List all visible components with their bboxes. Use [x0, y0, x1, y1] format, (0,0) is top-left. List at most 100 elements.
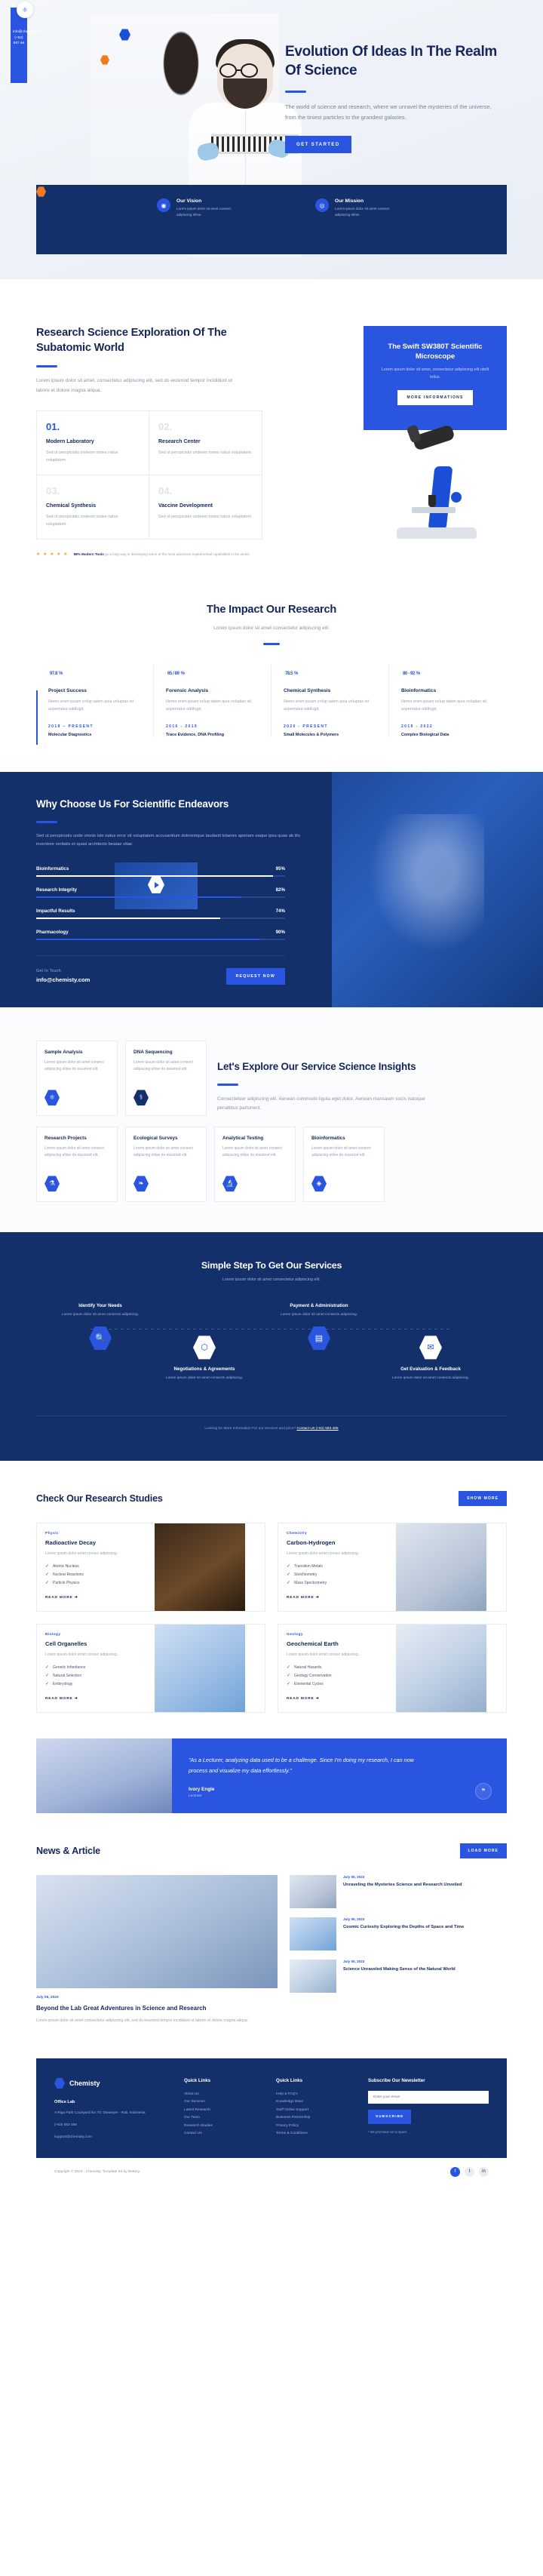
footer-link[interactable]: Terms & Conditions — [276, 2130, 351, 2138]
news-list-item[interactable]: July 05, 2023 Cosmic Curiosity Exploring… — [290, 1917, 507, 1951]
news-excerpt: Lorem ipsum dolor sit amet consectetur a… — [36, 2018, 249, 2023]
read-more-link[interactable]: READ MORE ➜ — [287, 1697, 319, 1701]
twitter-icon[interactable]: t — [465, 2166, 474, 2177]
tick-item: ✓ Natural Selection — [45, 1673, 146, 1679]
linkedin-icon[interactable]: in — [479, 2166, 489, 2177]
study-card[interactable]: Biology Cell Organelles Lorem ipsum dolo… — [36, 1624, 265, 1714]
vision-card[interactable]: ◉ Our Vision Lorem ipsum dolor sit amet … — [157, 198, 247, 218]
newsletter-email-input[interactable] — [368, 2090, 489, 2104]
footer-link[interactable]: Our Team — [184, 2114, 259, 2123]
services-desc: Consectetuer adipiscing elit. Aenean com… — [217, 1096, 425, 1111]
service-title: DNA Sequencing — [133, 1049, 173, 1055]
tick-item: ✓ Geology Conservation — [287, 1673, 388, 1679]
tick-label: Natural Hazards — [294, 1665, 322, 1670]
news-thumb — [290, 1917, 336, 1951]
service-title: Research Projects — [44, 1135, 87, 1141]
glasses-left-icon — [219, 63, 237, 78]
office-email[interactable]: support@chemisty.com — [54, 2134, 167, 2141]
footer-logo[interactable]: Chemisty — [54, 2077, 167, 2089]
hero-copy: Evolution Of Ideas In The Realm Of Scien… — [285, 42, 511, 154]
studies-cards: Physic Radioactive Decay Lorem ipsum dol… — [36, 1523, 507, 1714]
feature-item[interactable]: 02. Research Center Sed ut perspiciatis … — [149, 411, 262, 476]
contact-email[interactable]: info@chemisty.com — [36, 976, 90, 983]
office-title: Office Lab — [54, 2099, 75, 2104]
footer-link[interactable]: Contact Us — [184, 2130, 259, 2138]
about-title: Research Science Exploration Of The Suba… — [36, 327, 227, 354]
footer-link[interactable]: Latest Research — [184, 2107, 259, 2115]
study-card[interactable]: Geology Geochemical Earth Lorem ipsum do… — [278, 1624, 507, 1714]
feature-item[interactable]: 03. Chemical Synthesis Sed ut perspiciat… — [37, 475, 149, 539]
study-title: Radioactive Decay — [45, 1539, 97, 1547]
leaf-icon: ❧ — [133, 1176, 149, 1192]
service-card[interactable]: Ecological Surveys Lorem ipsum dolor sit… — [125, 1126, 207, 1202]
stat-value: 80 - 92% — [401, 665, 495, 678]
mission-card[interactable]: ◎ Our Mission Lorem ipsum dolor sit amet… — [315, 198, 406, 218]
tick-label: Atomic Nucleus — [53, 1563, 79, 1569]
step-item[interactable]: Identify Your Needs Lorem ipsum dolor si… — [44, 1303, 157, 1357]
step-item[interactable]: ✉ Get Evaluation & Feedback Lorem ipsum … — [374, 1335, 487, 1382]
study-title: Geochemical Earth — [287, 1640, 339, 1648]
facebook-icon[interactable]: f — [450, 2166, 460, 2177]
study-category: Biology — [45, 1633, 61, 1637]
rail-phone[interactable]: (+62) 587 66 — [13, 35, 25, 46]
read-more-link[interactable]: READ MORE ➜ — [45, 1596, 78, 1600]
feature-item[interactable]: 04. Vaccine Development Sed ut perspicia… — [149, 475, 262, 539]
request-now-button[interactable]: REQUEST NOW — [225, 967, 285, 985]
footer-link[interactable]: Staff Online Support — [276, 2107, 351, 2115]
footer-link[interactable]: Knowledge Base — [276, 2098, 351, 2107]
stat-number: 97.8 — [50, 672, 58, 677]
footer-link[interactable]: Help & FAQ's — [276, 2091, 351, 2099]
newsletter-title: Subscribe Our Newsletter — [368, 2077, 425, 2083]
news-thumb — [290, 1960, 336, 1993]
rail-email[interactable]: info@chemisty.com — [13, 29, 44, 35]
stat-label: Chemical Synthesis — [284, 688, 331, 694]
service-card[interactable]: Sample Analysis Lorem ipsum dolor sit am… — [36, 1040, 118, 1116]
newsletter-note: * We promised not to spam! — [368, 2129, 407, 2134]
load-more-button[interactable]: LOAD MORE — [459, 1843, 507, 1859]
feature-item[interactable]: 01. Modern Laboratory Sed ut perspiciati… — [37, 411, 149, 476]
footer-link[interactable]: Our Services — [184, 2098, 259, 2107]
footer-link[interactable]: Privacy Policy — [276, 2123, 351, 2131]
stat-unit: % — [416, 672, 420, 677]
impact-stats: 97.8% Project Success Nemo enim ipsam vo… — [36, 665, 507, 745]
feature-desc: Sed ut perspiciatis undeom nistes natus … — [158, 450, 253, 456]
study-card[interactable]: Chemistry Carbon-Hydrogen Lorem ipsum do… — [278, 1523, 507, 1612]
service-card[interactable]: Bioinformatics Lorem ipsum dolor sit ame… — [303, 1126, 385, 1202]
hero-title: Evolution Of Ideas In The Realm Of Scien… — [285, 44, 498, 79]
skill-pct: 74% — [275, 908, 285, 914]
footer-link[interactable]: Research Studies — [184, 2123, 259, 2131]
news-date: July 05, 2023 — [343, 1917, 365, 1922]
service-card[interactable]: DNA Sequencing Lorem ipsum dolor sit ame… — [125, 1040, 207, 1116]
read-more-link[interactable]: READ MORE ➜ — [45, 1697, 78, 1701]
stat-number: 80 - 92 — [403, 672, 415, 677]
stat-desc: Nemo enim ipsam volup tatem quia volupta… — [284, 699, 369, 712]
footer-link[interactable]: Business Partnership — [276, 2114, 351, 2123]
tick-item: ✓ Elemental Cycles — [287, 1681, 388, 1687]
footer-link[interactable]: About Us — [184, 2091, 259, 2099]
more-informations-button[interactable]: MORE INFORMATIONS — [397, 390, 473, 406]
service-card[interactable]: Analytical Testing Lorem ipsum dolor sit… — [214, 1126, 296, 1202]
contact-link[interactable]: Contact Us (+62) 583 466 — [297, 1427, 339, 1431]
read-more-link[interactable]: READ MORE ➜ — [287, 1596, 319, 1600]
news-featured[interactable]: July 05, 2023 Beyond the Lab Great Adven… — [36, 1875, 278, 2024]
promo-card[interactable]: The Swift SW380T Scientific Microscope L… — [364, 326, 507, 552]
study-card[interactable]: Physic Radioactive Decay Lorem ipsum dol… — [36, 1523, 265, 1612]
news-list-item[interactable]: July 05, 2023 Unraveling the Mysteries S… — [290, 1875, 507, 1909]
news-headline: Cosmic Curiosity Exploring the Depths of… — [343, 1925, 465, 1930]
news-section: News & Article LOAD MORE July 05, 2023 B… — [0, 1843, 543, 2058]
service-card[interactable]: Research Projects Lorem ipsum dolor sit … — [36, 1126, 118, 1202]
stat-number: 78.5 — [285, 672, 293, 677]
hexagon-logo-icon — [54, 2077, 65, 2089]
get-started-button[interactable]: GET STARTED — [285, 136, 351, 154]
step-item[interactable]: ⬡ Negotiations & Agreements Lorem ipsum … — [148, 1335, 261, 1382]
subscribe-button[interactable]: SUBSCRIBE — [368, 2109, 412, 2124]
services-bottom-row: Research Projects Lorem ipsum dolor sit … — [36, 1126, 507, 1202]
office-phone[interactable]: (+62) 583 466 — [54, 2122, 167, 2129]
step-item[interactable]: Payment & Administration Lorem ipsum dol… — [262, 1303, 376, 1357]
stat-number: 65 / 89 — [167, 672, 179, 677]
contact-rail[interactable]: info@chemisty.com (+62) 587 66 — [11, 8, 44, 83]
news-list-item[interactable]: July 05, 2023 Science Unraveled Making S… — [290, 1960, 507, 1993]
show-more-button[interactable]: SHOW MORE — [459, 1491, 507, 1507]
service-title: Ecological Surveys — [133, 1135, 178, 1141]
chip-icon: ◈ — [311, 1176, 327, 1192]
